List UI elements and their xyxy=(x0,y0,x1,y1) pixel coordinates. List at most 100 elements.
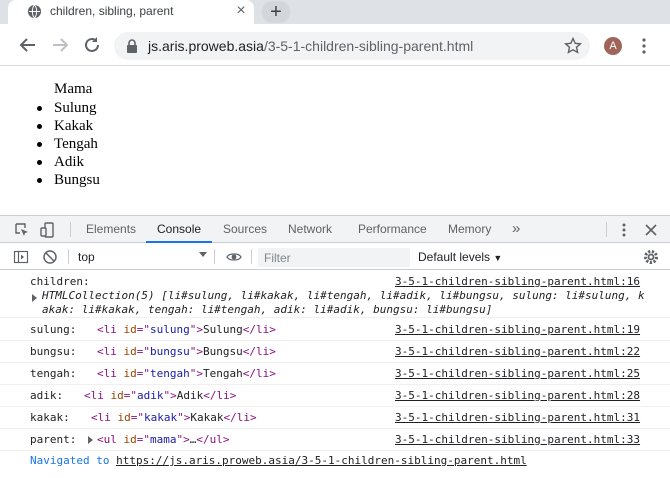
log-label: tengah: xyxy=(30,367,77,380)
chevron-down-icon xyxy=(199,252,207,257)
navigated-prefix: Navigated to xyxy=(30,454,117,467)
expand-triangle-icon[interactable] xyxy=(88,436,93,444)
devtools-panel: Elements Console Sources Network Perform… xyxy=(0,215,670,478)
divider xyxy=(70,222,71,237)
node-id: sulung xyxy=(150,323,190,336)
tab-memory[interactable]: Memory xyxy=(448,216,491,243)
clear-console-icon[interactable] xyxy=(42,249,58,265)
element-node[interactable]: <li id="bungsu">Bungsu</li> xyxy=(97,345,276,358)
eye-icon[interactable] xyxy=(226,249,242,265)
sidebar-toggle-icon[interactable] xyxy=(13,249,29,265)
console-toolbar: top Filter Default levels ▼ xyxy=(0,244,670,270)
element-node[interactable]: <li id="kakak">Kakak</li> xyxy=(91,411,257,424)
tab-network[interactable]: Network xyxy=(288,216,332,243)
element-node[interactable]: <li id="tengah">Tengah</li> xyxy=(97,367,276,380)
list-item: Adik xyxy=(37,153,100,171)
filter-placeholder: Filter xyxy=(264,251,291,265)
source-link[interactable]: 3-5-1-children-sibling-parent.html:25 xyxy=(395,367,640,380)
node-id: mama xyxy=(150,433,177,446)
levels-dropdown[interactable]: Default levels ▼ xyxy=(418,250,502,264)
devtools-tabbar: Elements Console Sources Network Perform… xyxy=(0,216,670,243)
node-text: Bungsu xyxy=(203,345,243,358)
gear-icon[interactable] xyxy=(643,249,659,265)
console-message: children: 3-5-1-children-sibling-parent.… xyxy=(0,271,670,318)
chevron-down-icon: ▼ xyxy=(493,253,503,263)
element-node[interactable]: <li id="adik">Adik</li> xyxy=(84,389,236,402)
log-label: kakak: xyxy=(30,411,70,424)
source-link[interactable]: 3-5-1-children-sibling-parent.html:22 xyxy=(395,345,640,358)
lock-icon[interactable] xyxy=(126,39,138,53)
address-bar[interactable]: js.aris.proweb.asia/3-5-1-children-sibli… xyxy=(114,32,590,60)
filter-input[interactable]: Filter xyxy=(258,248,410,267)
list-item: Bungsu xyxy=(37,172,100,188)
node-id: kakak xyxy=(144,411,178,424)
url-host: js.aris.proweb.asia xyxy=(148,38,264,54)
browser-tab[interactable]: children, sibling, parent × xyxy=(8,0,254,24)
element-node[interactable]: <li id="sulung">Sulung</li> xyxy=(97,323,276,336)
node-text: Sulung xyxy=(203,323,243,336)
source-link[interactable]: 3-5-1-children-sibling-parent.html:33 xyxy=(395,433,640,446)
log-label: parent: xyxy=(30,433,77,446)
source-link[interactable]: 3-5-1-children-sibling-parent.html:16 xyxy=(395,275,640,288)
plus-icon[interactable]: + xyxy=(262,1,290,23)
more-tabs-button[interactable]: » xyxy=(512,220,520,237)
list-item: Tengah xyxy=(37,136,98,152)
divider xyxy=(68,249,69,264)
element-node[interactable]: <ul id="mama">…</ul> xyxy=(97,433,230,446)
tab-strip: children, sibling, parent × + xyxy=(0,0,670,24)
levels-label: Default levels xyxy=(418,250,491,264)
divider xyxy=(214,249,215,264)
more-vert-icon[interactable] xyxy=(616,222,632,238)
url-text: js.aris.proweb.asia/3-5-1-children-sibli… xyxy=(148,38,473,54)
children-list: Sulung Kakak Tengah Adik Bungsu xyxy=(37,99,100,189)
reload-icon[interactable] xyxy=(80,33,104,57)
navigation-message: Navigated to https://js.aris.proweb.asia… xyxy=(30,454,527,467)
more-vert-icon[interactable] xyxy=(637,37,651,55)
parent-text: Mama xyxy=(54,81,93,97)
close-icon[interactable]: × xyxy=(232,2,250,20)
device-toolbar-icon[interactable] xyxy=(40,222,56,238)
console-message: parent: <ul id="mama">…</ul> 3-5-1-child… xyxy=(0,429,670,451)
console-message: adik: <li id="adik">Adik</li> 3-5-1-chil… xyxy=(0,385,670,407)
tab-elements[interactable]: Elements xyxy=(86,216,136,243)
back-arrow-icon[interactable] xyxy=(16,33,40,57)
collection-preview[interactable]: HTMLCollection(5) [li#sulung, li#kakak, … xyxy=(42,289,645,302)
tab-title: children, sibling, parent xyxy=(50,4,174,18)
divider xyxy=(251,249,252,264)
collection-preview-continued: akak: li#kakak, tengah: li#tengah, adik:… xyxy=(42,303,493,316)
node-text: Tengah xyxy=(203,367,243,380)
close-icon[interactable] xyxy=(643,222,659,238)
star-icon[interactable] xyxy=(564,37,582,55)
console-message: kakak: <li id="kakak">Kakak</li> 3-5-1-c… xyxy=(0,407,670,429)
node-id: adik xyxy=(137,389,164,402)
source-link[interactable]: 3-5-1-children-sibling-parent.html:31 xyxy=(395,411,640,424)
tab-sources[interactable]: Sources xyxy=(223,216,267,243)
list-item: Kakak xyxy=(37,117,100,135)
inspect-element-icon[interactable] xyxy=(14,222,30,238)
list-item: Sulung xyxy=(37,99,100,117)
log-label: children: xyxy=(30,275,90,288)
divider xyxy=(606,222,607,237)
expand-triangle-icon[interactable] xyxy=(32,294,37,302)
log-label: sulung: xyxy=(30,323,77,336)
context-select[interactable]: top xyxy=(78,250,95,264)
globe-icon xyxy=(27,4,42,19)
source-link[interactable]: 3-5-1-children-sibling-parent.html:28 xyxy=(395,389,640,402)
log-label: adik: xyxy=(30,389,64,402)
node-text: Adik xyxy=(176,389,204,402)
page-viewport: Mama Sulung Kakak Tengah Adik Bungsu xyxy=(0,67,670,215)
console-message: bungsu: <li id="bungsu">Bungsu</li> 3-5-… xyxy=(0,341,670,363)
url-path: /3-5-1-children-sibling-parent.html xyxy=(263,38,474,54)
console-output: children: 3-5-1-children-sibling-parent.… xyxy=(0,271,670,478)
avatar[interactable]: A xyxy=(604,37,622,55)
source-link[interactable]: 3-5-1-children-sibling-parent.html:19 xyxy=(395,323,640,336)
navigated-url-link[interactable]: https://js.aris.proweb.asia/3-5-1-childr… xyxy=(116,454,527,467)
tab-console[interactable]: Console xyxy=(146,216,213,243)
node-id: bungsu xyxy=(150,345,190,358)
node-id: tengah xyxy=(150,367,190,380)
console-message: sulung: <li id="sulung">Sulung</li> 3-5-… xyxy=(0,319,670,341)
forward-arrow-icon[interactable] xyxy=(48,33,72,57)
tab-performance[interactable]: Performance xyxy=(358,216,427,243)
node-text: Kakak xyxy=(190,411,224,424)
log-label: bungsu: xyxy=(30,345,77,358)
